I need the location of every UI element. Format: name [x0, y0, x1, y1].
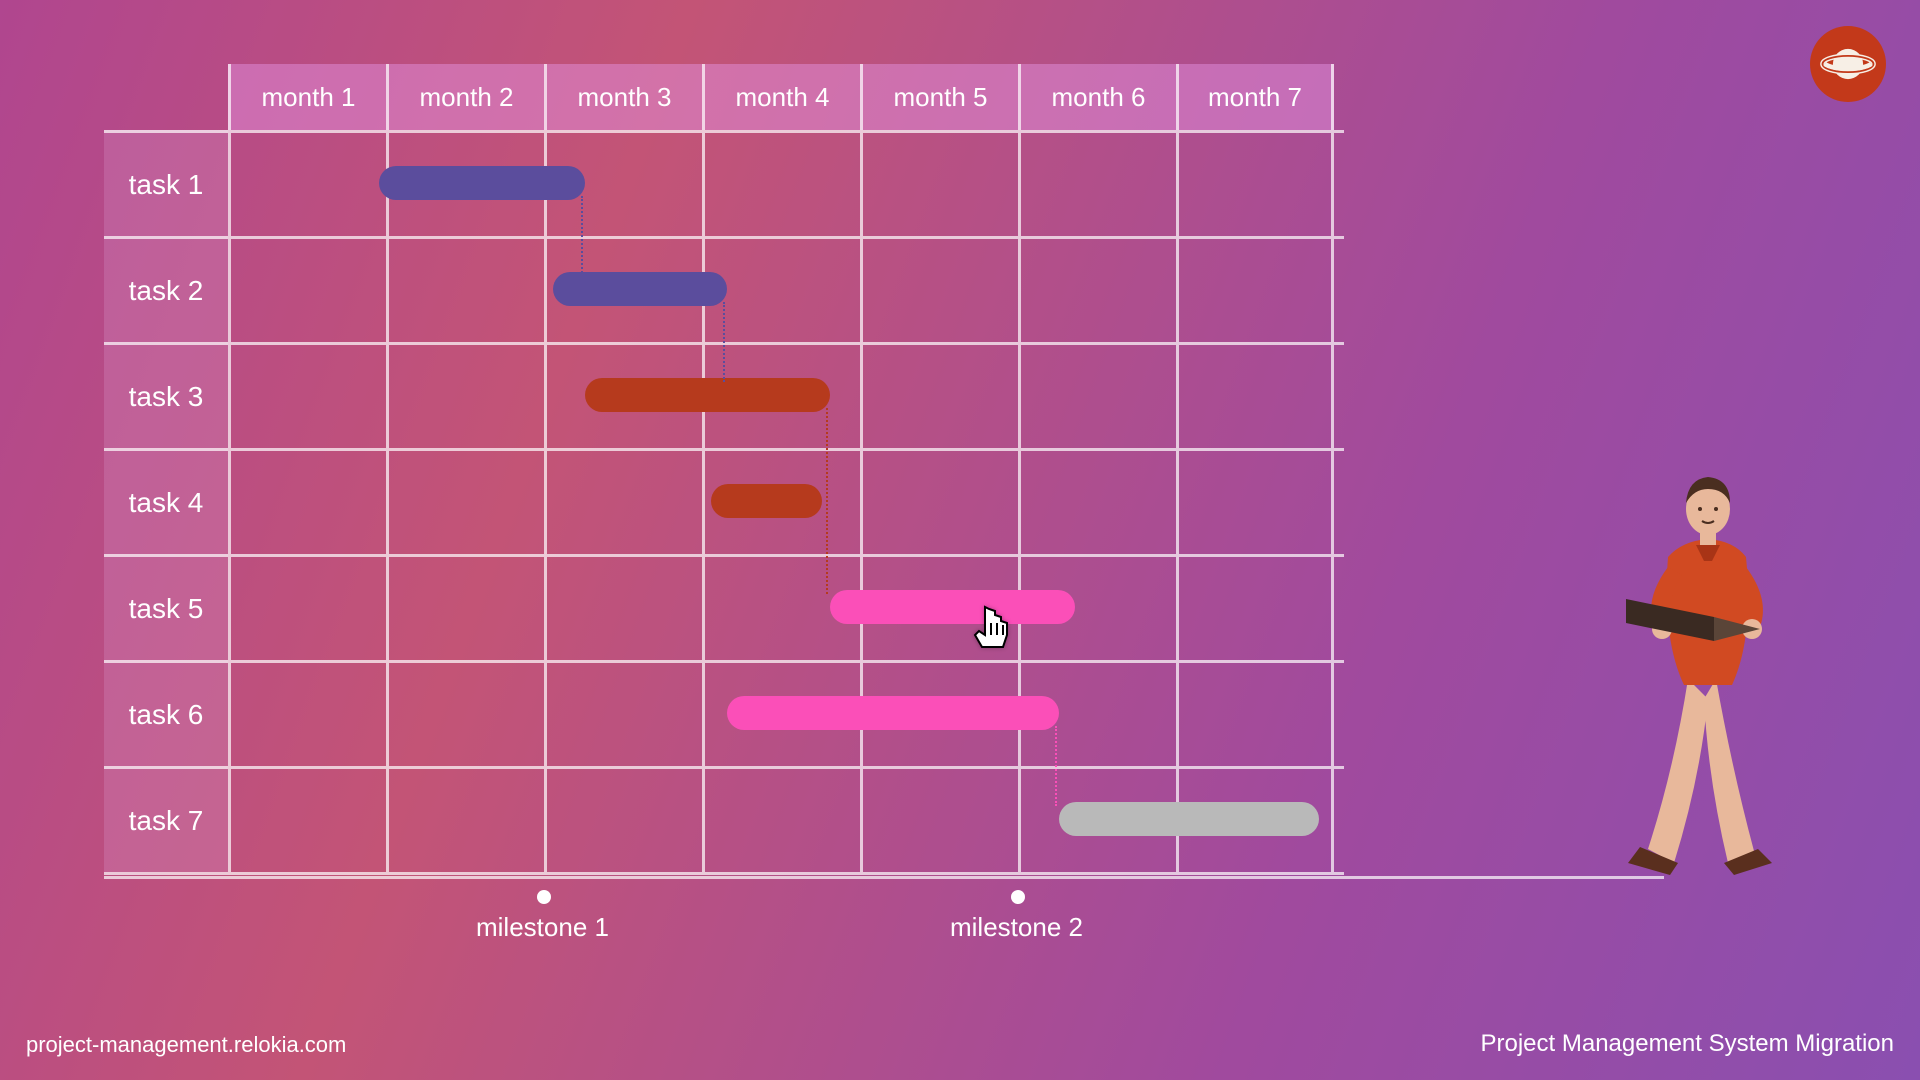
gantt-bar[interactable]	[727, 696, 1059, 730]
grid-row	[228, 554, 1344, 660]
person-with-laptop-illustration	[1604, 449, 1824, 884]
gantt-bar[interactable]	[553, 272, 727, 306]
column-header: month 1	[228, 64, 386, 130]
grid-cell	[1176, 557, 1334, 660]
grid-cell	[228, 239, 386, 342]
grid-cell	[1176, 345, 1334, 448]
row-label: task 4	[104, 448, 228, 554]
task-row: task 6	[104, 660, 1344, 766]
milestone-dot	[1011, 890, 1025, 904]
grid-cell	[544, 769, 702, 872]
grid-cell	[860, 133, 1018, 236]
grid-cell	[228, 345, 386, 448]
grid-cell	[386, 769, 544, 872]
grid-cell	[1176, 239, 1334, 342]
row-label: task 6	[104, 660, 228, 766]
row-label: task 7	[104, 766, 228, 872]
grid-cell	[702, 769, 860, 872]
task-row: task 5	[104, 554, 1344, 660]
gantt-bar[interactable]	[585, 378, 830, 412]
milestone-dot	[537, 890, 551, 904]
grid-cell	[1176, 133, 1334, 236]
grid-cell	[228, 663, 386, 766]
gantt-chart: month 1month 2month 3month 4month 5month…	[104, 64, 1344, 875]
grid-cell	[1176, 663, 1334, 766]
grid-cell	[544, 663, 702, 766]
grid-cell	[228, 133, 386, 236]
footer-url: project-management.relokia.com	[26, 1032, 346, 1058]
grid-row	[228, 236, 1344, 342]
column-header: month 4	[702, 64, 860, 130]
grid-cell	[1018, 451, 1176, 554]
grid-cell	[860, 451, 1018, 554]
grid-cell	[1018, 133, 1176, 236]
dependency-line	[1055, 726, 1057, 806]
gantt-bar[interactable]	[1059, 802, 1320, 836]
column-header: month 7	[1176, 64, 1334, 130]
grid-cell	[1018, 345, 1176, 448]
grid-cell	[386, 345, 544, 448]
grid-cell	[228, 451, 386, 554]
grid-cell	[386, 663, 544, 766]
grid-cell	[544, 451, 702, 554]
grid-cell	[544, 557, 702, 660]
baseline-rule	[104, 876, 1664, 879]
footer-title: Project Management System Migration	[1480, 1030, 1894, 1058]
grid-cell	[702, 133, 860, 236]
grid-cell	[860, 345, 1018, 448]
gantt-bar[interactable]	[711, 484, 822, 518]
pointer-cursor-icon	[965, 601, 1023, 668]
grid-cell	[1018, 239, 1176, 342]
grid-cell	[386, 557, 544, 660]
grid-cell	[1176, 451, 1334, 554]
dependency-line	[581, 196, 583, 276]
planet-icon	[1819, 35, 1877, 93]
row-label: task 1	[104, 130, 228, 236]
grid-cell	[228, 557, 386, 660]
milestone-label: milestone 1	[476, 912, 609, 943]
column-header: month 3	[544, 64, 702, 130]
column-header: month 2	[386, 64, 544, 130]
grid-cell	[860, 769, 1018, 872]
brand-logo	[1810, 26, 1886, 102]
milestone-label: milestone 2	[950, 912, 1083, 943]
column-header-row: month 1month 2month 3month 4month 5month…	[228, 64, 1344, 130]
dependency-line	[723, 302, 725, 382]
row-label: task 2	[104, 236, 228, 342]
gantt-bar[interactable]	[379, 166, 584, 200]
row-label: task 5	[104, 554, 228, 660]
dependency-line	[826, 408, 828, 594]
gantt-bar[interactable]	[830, 590, 1075, 624]
grid-bottom-border	[104, 872, 1344, 875]
task-row: task 1	[104, 130, 1344, 236]
grid-cell	[386, 451, 544, 554]
grid-cell	[860, 239, 1018, 342]
column-header: month 5	[860, 64, 1018, 130]
column-header: month 6	[1018, 64, 1176, 130]
grid-cell	[386, 239, 544, 342]
row-label: task 3	[104, 342, 228, 448]
grid-cell	[228, 769, 386, 872]
